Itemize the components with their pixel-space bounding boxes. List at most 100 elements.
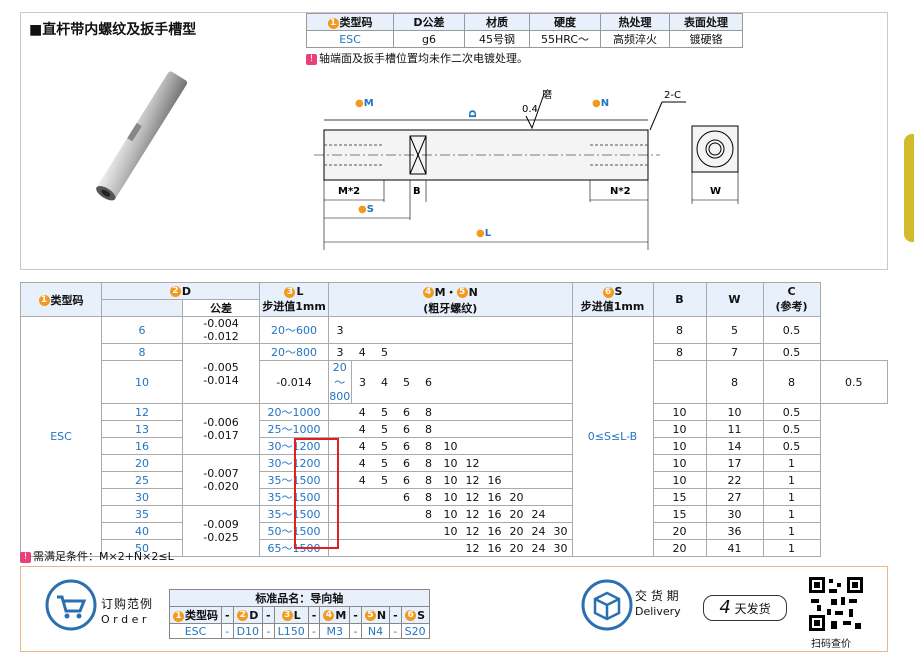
mn-cell: 4 [351,437,374,455]
mn-cell [351,522,374,540]
table-row: 10 -0.014 20～800 3 4 5 6 8 8 0.5 [21,360,888,404]
spec-header: 材质 [464,13,530,31]
size-table: 1 类型码 2D 3 L 步进值1mm 4 M・ 5 N (粗牙螺纹) 6 S 步进值1mm B … [20,282,888,557]
mn-cell [527,403,550,421]
order-val: D10 [232,623,264,639]
mn-cell: 4 [351,343,374,361]
mn-cell [483,437,506,455]
mn-cell [395,539,418,557]
order-val: L150 [273,623,309,639]
note: ! 轴端面及扳手槽位置均未作二次电镀处理。 [306,50,528,66]
mn-cell [439,420,462,438]
b-cell: 8 [652,316,707,344]
tol-cell: -0.004 -0.012 [182,316,260,344]
drawing-w: W [710,186,721,197]
order-val: S20 [400,623,430,639]
mn-cell [505,471,528,489]
mn-cell [439,316,462,344]
header-c: C (参考) [762,282,821,317]
header-s: 6 S 步进值1mm [571,282,654,317]
c-cell: 0.5 [762,420,821,438]
mn-cell: 4 [373,360,396,404]
delivery-days: 4 天发货 [703,595,787,621]
mn-cell: 8 [417,505,440,523]
mn-cell: 24 [527,539,550,557]
c-cell: 0.5 [819,360,888,404]
mn-cell: 12 [461,522,484,540]
mn-cell: 6 [417,360,440,404]
cart-icon [45,579,97,631]
mn-cell [461,343,484,361]
mn-cell [351,488,374,506]
mn-cell: 6 [395,488,418,506]
mn-cell: 12 [461,505,484,523]
mn-cell: 8 [417,403,440,421]
order-col: 2D [232,606,264,624]
mn-cell: 8 [417,471,440,489]
delivery-box-icon [581,579,633,631]
d-cell: 40 [101,522,183,540]
side-tab[interactable] [904,134,914,242]
mn-cell: 10 [439,522,462,540]
mn-cell [505,420,528,438]
table-row: 20 -0.007 -0.020 30～1200 4 5 6 8 10 12 10 17 1 [21,454,888,506]
mn-cell [373,505,396,523]
mn-cell [549,420,573,438]
header-l: 3 L 步进值1mm [259,282,329,317]
order-col: - [389,606,402,624]
drawing-d-label: D [468,110,479,118]
spec-cell: ESC [306,30,394,48]
b-cell: 10 [652,403,707,421]
mn-cell [483,360,506,404]
mn-cell: 5 [373,420,396,438]
technical-drawing: ●M D 磨 0.4 ●N 2-C M*2 B N*2 ●S ●L W [314,89,739,250]
delivery-label: 交 货 期 [635,589,679,603]
qr-code-icon[interactable] [807,575,865,633]
mn-cell [549,360,572,404]
mn-cell [549,316,573,344]
mn-cell: 6 [395,420,418,438]
d-cell: 25 [101,471,183,489]
order-col: - [262,606,275,624]
order-val: - [389,623,402,639]
spec-cell: g6 [393,30,465,48]
c-cell: 1 [762,522,821,540]
mn-cell: 16 [483,505,506,523]
drawing-n-label: ●N [592,98,609,109]
header-d: 2D [101,282,260,300]
s-cell: 0≤S≤L-B [571,316,654,557]
mn-cell [395,343,418,361]
mn-cell: 4 [351,420,374,438]
spec-cell: 镀硬铬 [669,30,743,48]
mn-cell: 6 [395,403,418,421]
tol-cell: -0.005 -0.014 [182,343,260,404]
table-row: 40 50～1500 10 12 16 20 24 30 20 36 1 [21,522,888,540]
header-tol: 公差 [182,299,260,317]
mn-cell [395,316,418,344]
mn-cell [505,437,528,455]
order-val: - [307,623,321,639]
mn-cell: 4 [351,454,374,472]
mn-cell [505,454,528,472]
mn-cell: 16 [483,471,506,489]
w-cell: 36 [705,522,764,540]
mn-cell: 16 [483,488,506,506]
mn-cell: 3 [328,316,351,344]
drawing-grind-value: 0.4 [522,104,538,115]
d-cell: 13 [101,420,183,438]
order-val: - [221,623,234,639]
w-cell: 17 [705,454,764,472]
spec-cell: 55HRC～ [529,30,601,48]
w-cell: 30 [705,505,764,523]
spec-header: D公差 [393,13,465,31]
c-cell: 1 [762,488,821,506]
c-cell: 1 [762,539,821,557]
mn-cell [549,437,573,455]
mn-cell [505,403,528,421]
mn-cell: 5 [373,454,396,472]
mn-cell [373,539,396,557]
warning-icon: ! [20,551,31,563]
b-cell: 8 [705,360,764,404]
table-row: 12 -0.006 -0.017 20～1000 4 5 6 8 10 10 0.5 [21,403,888,455]
order-col: 5N [360,606,391,624]
